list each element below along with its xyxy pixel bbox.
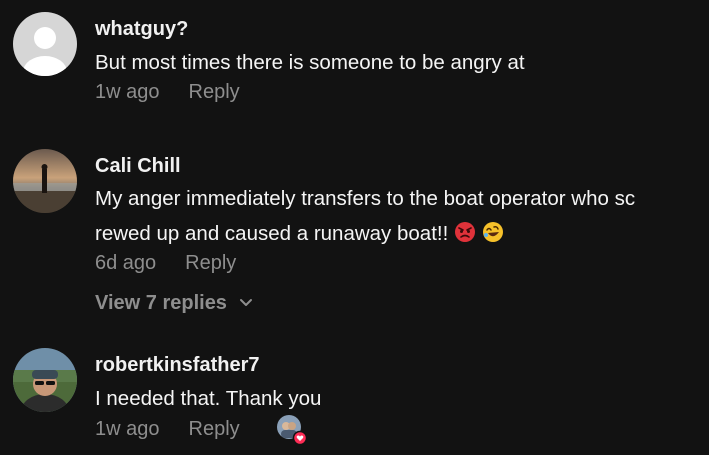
comment-meta: 6d ago Reply	[95, 252, 236, 275]
view-replies-button[interactable]: View 7 replies	[95, 292, 253, 315]
comment-timestamp: 6d ago	[95, 252, 157, 274]
rolling-on-floor-laughing-emoji-icon	[483, 222, 504, 242]
creator-heart-icon	[277, 415, 308, 446]
reply-button[interactable]: Reply	[185, 252, 236, 274]
creator-liked-badge	[276, 414, 308, 446]
comment-text: I needed that. Thank you	[95, 387, 322, 410]
comment-username[interactable]: whatguy?	[95, 18, 188, 41]
comment-timestamp: 1w ago	[95, 81, 160, 103]
comment-text-line: rewed up and caused a runaway boat!!	[95, 216, 700, 251]
avatar[interactable]	[13, 348, 77, 412]
comment-text-line-content: rewed up and caused a runaway boat!!	[95, 222, 449, 245]
avatar[interactable]	[13, 12, 77, 76]
view-replies-label: View 7 replies	[95, 292, 227, 314]
default-user-avatar-icon	[13, 12, 77, 76]
reply-button[interactable]: Reply	[189, 81, 240, 103]
comment-username[interactable]: Cali Chill	[95, 155, 181, 178]
comment-meta: 1w ago Reply	[95, 81, 240, 104]
comment-text: But most times there is someone to be an…	[95, 51, 525, 74]
comment-meta: 1w ago Reply	[95, 418, 240, 441]
person-sunglasses-avatar-icon	[13, 348, 77, 412]
reply-button[interactable]: Reply	[189, 418, 240, 440]
comment-text: My anger immediately transfers to the bo…	[95, 181, 700, 251]
comment-username[interactable]: robertkinsfather7	[95, 354, 260, 377]
comment-timestamp: 1w ago	[95, 418, 160, 440]
chevron-down-icon	[239, 299, 252, 306]
sunset-beach-avatar-icon	[13, 149, 77, 213]
angry-face-emoji-icon	[455, 222, 476, 242]
comment-text-line: My anger immediately transfers to the bo…	[95, 187, 636, 210]
avatar[interactable]	[13, 149, 77, 213]
